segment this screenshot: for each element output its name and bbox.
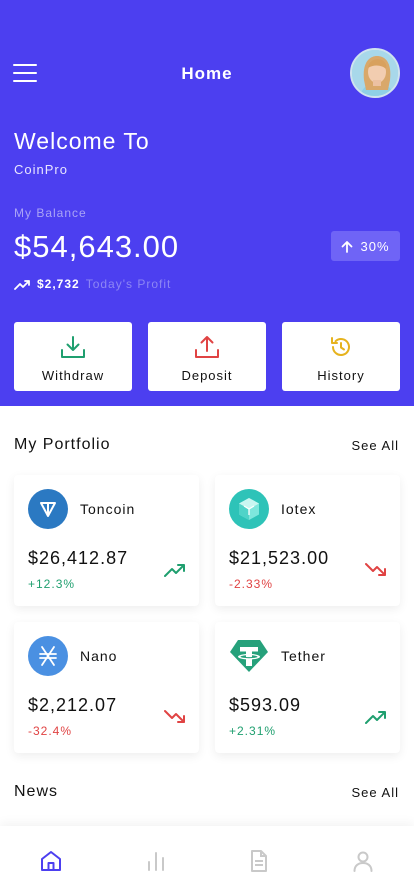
history-label: History: [317, 368, 365, 383]
coin-price: $2,212.07: [28, 695, 118, 715]
profit-row: $2,732 Today's Profit: [14, 277, 171, 291]
portfolio-title: My Portfolio: [14, 436, 111, 453]
balance-amount: $54,643.00: [14, 229, 180, 264]
percent-badge-value: 30%: [360, 238, 390, 254]
trending-down-icon: [365, 563, 386, 576]
chart-icon: [148, 852, 164, 871]
portfolio-card-nano[interactable]: Nano $2,212.07 -32.4%: [14, 622, 199, 753]
nav-profile[interactable]: [350, 848, 376, 874]
coin-price: $593.09: [229, 695, 302, 715]
profit-amount: $2,732: [37, 277, 80, 291]
history-button[interactable]: History: [282, 322, 400, 391]
coin-change: +12.3%: [28, 577, 76, 591]
deposit-label: Deposit: [181, 368, 233, 383]
home-icon: [41, 851, 61, 871]
nav-home[interactable]: [38, 848, 64, 874]
withdraw-button[interactable]: Withdraw: [14, 322, 132, 391]
coin-price: $26,412.87: [28, 548, 129, 568]
app-name: CoinPro: [14, 162, 68, 177]
profile-icon: [353, 851, 373, 872]
tether-icon: [229, 636, 269, 676]
avatar[interactable]: [350, 48, 400, 98]
coin-name: Tether: [281, 648, 326, 664]
portfolio-card-toncoin[interactable]: Toncoin $26,412.87 +12.3%: [14, 475, 199, 606]
profit-label: Today's Profit: [85, 277, 172, 291]
news-title: News: [14, 783, 59, 800]
history-icon: [331, 337, 350, 356]
arrow-up-icon: [342, 240, 353, 253]
iotex-icon: [229, 489, 269, 529]
nav-documents[interactable]: [246, 848, 272, 874]
trending-up-icon: [365, 711, 386, 724]
nano-icon: [28, 636, 68, 676]
balance-label: My Balance: [14, 206, 87, 220]
upload-icon: [195, 336, 219, 358]
coin-change: -32.4%: [28, 724, 73, 738]
coin-change: -2.33%: [229, 577, 274, 591]
portfolio-card-iotex[interactable]: Iotex $21,523.00 -2.33%: [215, 475, 400, 606]
toncoin-icon: [28, 489, 68, 529]
portfolio-card-tether[interactable]: Tether $593.09 +2.31%: [215, 622, 400, 753]
nav-chart[interactable]: [143, 848, 169, 874]
coin-name: Toncoin: [80, 501, 136, 517]
download-icon: [61, 336, 85, 358]
coin-name: Iotex: [281, 501, 317, 517]
coin-price: $21,523.00: [229, 548, 330, 568]
bottom-nav: [0, 826, 414, 896]
header: Home Welcome To CoinPro My Balance $54,6…: [0, 0, 414, 406]
welcome-text: Welcome To: [14, 128, 150, 154]
withdraw-label: Withdraw: [41, 368, 105, 383]
trending-up-icon: [164, 564, 185, 577]
portfolio-see-all-link[interactable]: See All: [352, 438, 399, 453]
trending-down-icon: [164, 710, 185, 723]
percent-badge: 30%: [331, 231, 400, 261]
document-icon: [251, 850, 267, 872]
coin-change: +2.31%: [229, 724, 277, 738]
deposit-button[interactable]: Deposit: [148, 322, 266, 391]
coin-name: Nano: [80, 648, 118, 664]
trending-up-icon: [14, 279, 30, 290]
news-see-all-link[interactable]: See All: [352, 785, 399, 800]
